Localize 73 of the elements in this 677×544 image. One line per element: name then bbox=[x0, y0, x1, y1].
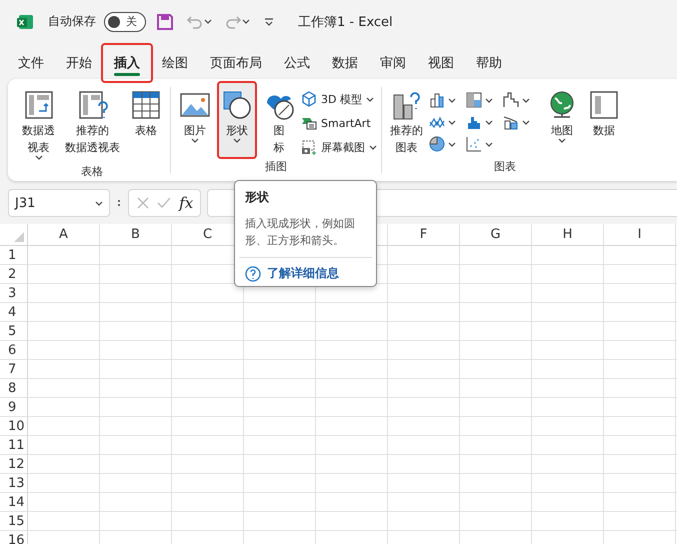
row-header[interactable]: 15 bbox=[0, 512, 28, 530]
column-header[interactable]: A bbox=[28, 224, 100, 245]
row-header[interactable]: 13 bbox=[0, 474, 28, 492]
ribbon-button[interactable]: 数据透 视表 bbox=[18, 81, 59, 164]
table-icon bbox=[130, 89, 162, 121]
check-icon bbox=[157, 196, 172, 210]
name-box[interactable]: J31 bbox=[8, 189, 110, 217]
autosave-label: 自动保存 bbox=[48, 13, 96, 30]
row-header[interactable]: 7 bbox=[0, 360, 28, 378]
row-header[interactable]: 11 bbox=[0, 436, 28, 454]
row-header[interactable]: 3 bbox=[0, 284, 28, 302]
ribbon-button[interactable]: 图 标 bbox=[259, 81, 299, 159]
row-header[interactable]: 1 bbox=[0, 246, 28, 264]
ribbon-tab[interactable]: 插入 bbox=[101, 43, 153, 83]
group-label: 图表 bbox=[494, 159, 516, 174]
excel-logo-icon bbox=[16, 12, 34, 30]
cancel-icon bbox=[136, 196, 150, 210]
row-header[interactable]: 8 bbox=[0, 379, 28, 397]
row-header[interactable]: 10 bbox=[0, 417, 28, 435]
column-header[interactable]: F bbox=[388, 224, 460, 245]
more-icon bbox=[116, 200, 122, 206]
ribbon-button[interactable]: 图片 bbox=[175, 81, 215, 159]
screenshot-icon bbox=[301, 139, 317, 155]
save-icon bbox=[156, 12, 174, 30]
ribbon-button[interactable]: 地图 bbox=[542, 81, 582, 159]
column-header[interactable]: I bbox=[604, 224, 676, 245]
row-header[interactable]: 6 bbox=[0, 341, 28, 359]
histogram-icon bbox=[466, 114, 482, 130]
line-chart-icon bbox=[429, 114, 445, 130]
ribbon-button[interactable]: 表格 bbox=[126, 81, 166, 159]
help-icon bbox=[245, 266, 261, 282]
row-header[interactable]: 12 bbox=[0, 455, 28, 473]
ribbon-button[interactable]: 数据 bbox=[584, 81, 624, 159]
insert-function-button[interactable]: fx bbox=[179, 194, 194, 212]
shapes-icon bbox=[221, 89, 253, 121]
treemap-icon bbox=[466, 92, 482, 108]
ribbon-button[interactable]: SmartArt bbox=[301, 113, 377, 133]
pivot-table-icon bbox=[22, 89, 54, 121]
autosave-toggle[interactable]: 关 bbox=[104, 12, 146, 32]
caret-icon bbox=[242, 19, 250, 24]
group-label: 插图 bbox=[265, 159, 287, 174]
column-header[interactable]: H bbox=[532, 224, 604, 245]
caret-icon bbox=[95, 200, 103, 206]
row-header[interactable]: 2 bbox=[0, 265, 28, 283]
row-header[interactable]: 5 bbox=[0, 322, 28, 340]
row-header[interactable]: 16 bbox=[0, 531, 28, 544]
waterfall-chart-icon bbox=[503, 92, 519, 108]
row-header[interactable]: 14 bbox=[0, 493, 28, 511]
ribbon-button[interactable]: 3D 模型 bbox=[301, 89, 377, 109]
tooltip-text: 插入现成形状，例如圆形、正方形和箭头。 bbox=[245, 216, 356, 249]
cube-icon bbox=[301, 91, 317, 107]
recommended-pivot-icon bbox=[76, 89, 108, 121]
scatter-chart-icon bbox=[466, 136, 482, 152]
row-header[interactable]: 9 bbox=[0, 398, 28, 416]
recommended-chart-icon bbox=[390, 89, 422, 121]
ribbon-button[interactable]: 推荐的 图表 bbox=[386, 81, 427, 159]
ribbon-button[interactable]: 推荐的 数据透视表 bbox=[61, 81, 124, 159]
tooltip-title: 形状 bbox=[245, 189, 270, 206]
column-chart-icon bbox=[429, 92, 445, 108]
column-header[interactable]: B bbox=[100, 224, 172, 245]
column-header[interactable]: G bbox=[460, 224, 532, 245]
smartart-icon bbox=[301, 115, 317, 131]
ribbon-button[interactable]: 形状 bbox=[217, 81, 257, 159]
pie-chart-icon bbox=[429, 136, 445, 152]
customize-icon bbox=[264, 16, 274, 26]
group-label: 表格 bbox=[81, 164, 103, 179]
combo-chart-icon bbox=[503, 114, 519, 130]
select-all-icon[interactable] bbox=[14, 232, 24, 242]
row-header[interactable]: 4 bbox=[0, 303, 28, 321]
ribbon-button[interactable]: 屏幕截图 bbox=[301, 137, 377, 157]
learn-more-link[interactable]: 了解详细信息 bbox=[245, 265, 366, 282]
window-title: 工作簿1 - Excel bbox=[298, 14, 393, 30]
caret-icon bbox=[204, 19, 212, 24]
